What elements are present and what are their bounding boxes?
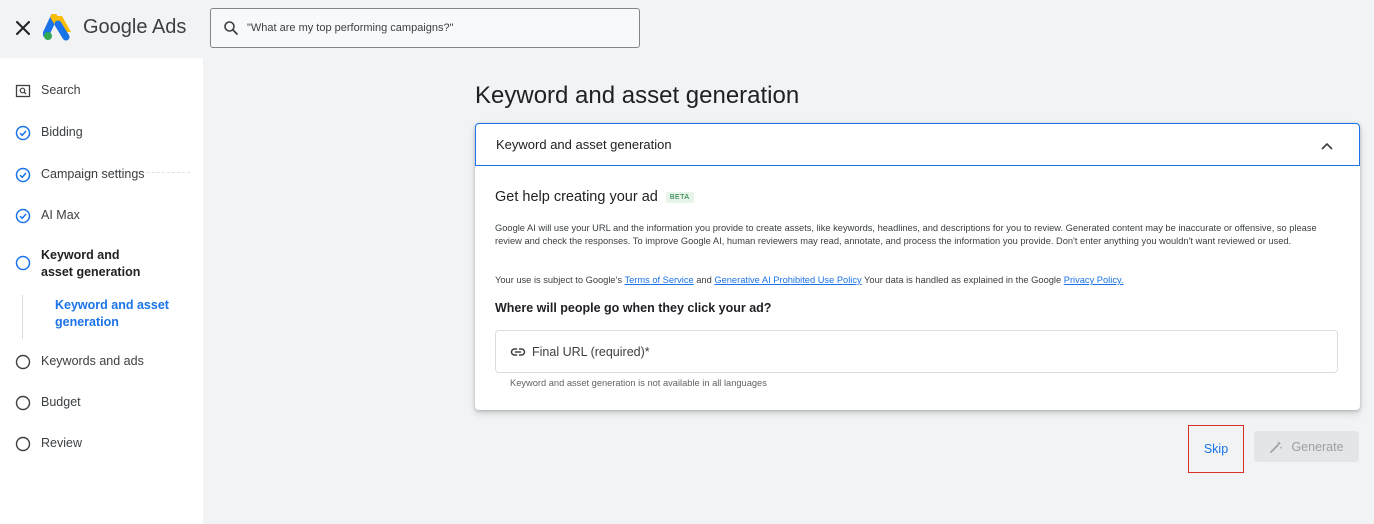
asset-generation-panel: Keyword and asset generation Get help cr… — [475, 123, 1360, 410]
generate-label: Generate — [1291, 439, 1344, 454]
help-heading: Get help creating your ad BETA — [495, 189, 694, 205]
skip-button[interactable]: Skip — [1188, 425, 1244, 473]
sidebar-item-label: Budget — [41, 395, 81, 409]
sidebar-item-budget[interactable]: Budget — [0, 394, 203, 411]
terms-of-service-link[interactable]: Terms of Service — [624, 275, 693, 285]
sidebar-item-keywords-and-ads[interactable]: Keywords and ads — [0, 353, 203, 370]
beta-badge: BETA — [665, 191, 694, 203]
magic-wand-icon — [1269, 440, 1283, 454]
sidebar-item-campaign-settings[interactable]: Campaign settings — [0, 166, 203, 183]
check-circle-icon — [15, 167, 31, 183]
sidebar-item-search[interactable]: Search — [0, 82, 203, 99]
sidebar-item-label: Keywords and ads — [41, 354, 144, 368]
disclaimer-text: Google AI will use your URL and the info… — [495, 223, 1317, 246]
sidebar-item-ai-max[interactable]: AI Max — [0, 207, 203, 224]
sidebar-item-label: Bidding — [41, 125, 83, 139]
sidebar-item-label: Search — [41, 83, 81, 97]
search-icon — [223, 20, 239, 36]
help-title: Get help creating your ad — [495, 189, 658, 205]
google-ads-logo — [42, 13, 73, 42]
genai-policy-link[interactable]: Generative AI Prohibited Use Policy — [714, 275, 861, 285]
panel-header[interactable]: Keyword and asset generation — [475, 123, 1360, 166]
privacy-policy-link[interactable]: Privacy Policy. — [1064, 275, 1124, 285]
sidebar: Search Bidding Campaign settings AI Max … — [0, 58, 203, 524]
check-circle-icon — [15, 208, 31, 224]
policy-text: Your use is subject to Google's Terms of… — [495, 274, 1325, 286]
final-url-input[interactable] — [532, 344, 1312, 359]
chevron-up-icon[interactable] — [1319, 138, 1335, 154]
final-url-field[interactable] — [495, 330, 1338, 373]
policy-prefix: Your use is subject to Google's — [495, 275, 625, 285]
sidebar-item-bidding[interactable]: Bidding — [0, 124, 203, 141]
panel-title: Keyword and asset generation — [496, 137, 672, 152]
sidebar-item-label: AI Max — [41, 208, 80, 222]
sidebar-item-label: Campaign settings — [41, 167, 145, 181]
search-box-icon — [15, 83, 31, 99]
sidebar-item-review[interactable]: Review — [0, 435, 203, 452]
empty-circle-icon — [15, 395, 31, 411]
empty-circle-icon — [15, 255, 31, 271]
empty-circle-icon — [15, 354, 31, 370]
sidebar-item-label: Keyword and asset generation — [41, 248, 141, 279]
generate-button[interactable]: Generate — [1254, 431, 1359, 462]
sub-step-line — [22, 295, 23, 339]
policy-middle: Your data is handled as explained in the… — [861, 275, 1064, 285]
search-bar[interactable] — [210, 8, 640, 48]
link-icon — [510, 344, 526, 360]
close-icon[interactable] — [12, 14, 34, 42]
sidebar-subitem-keyword-asset-generation[interactable]: Keyword and asset generation — [55, 297, 185, 331]
page-title: Keyword and asset generation — [475, 82, 800, 109]
policy-and: and — [693, 275, 715, 285]
top-bar: Google Ads — [0, 0, 1374, 58]
check-circle-icon — [15, 125, 31, 141]
sidebar-item-keyword-asset-generation[interactable]: Keyword and asset generation — [0, 247, 203, 281]
empty-circle-icon — [15, 436, 31, 452]
brand-name: Google Ads — [83, 16, 187, 38]
search-input[interactable] — [247, 22, 627, 34]
sidebar-item-label: Review — [41, 436, 82, 450]
url-question: Where will people go when they click you… — [495, 301, 772, 315]
language-hint: Keyword and asset generation is not avai… — [510, 378, 767, 388]
